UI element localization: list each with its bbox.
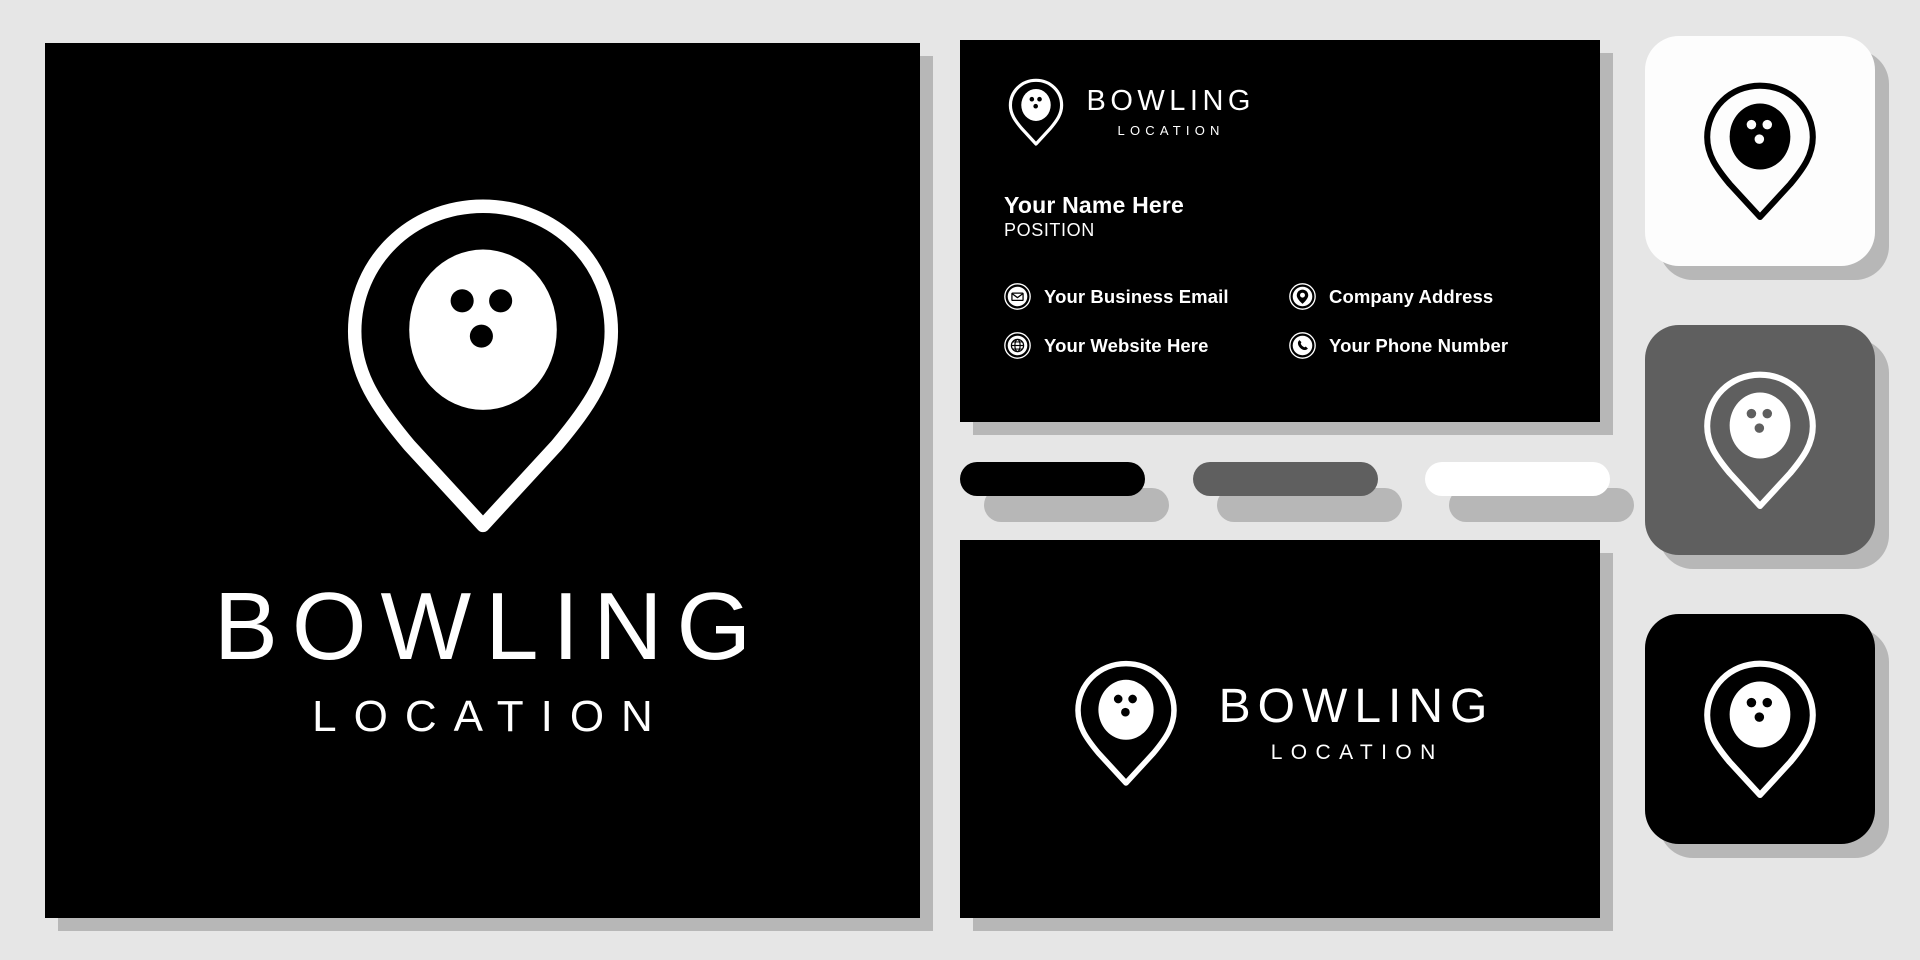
swatch-black-wrap [960, 462, 1169, 524]
contact-label-phone: Your Phone Number [1329, 334, 1509, 356]
app-icon-tile-dark[interactable] [1645, 614, 1895, 864]
card-logo-subtitle: LOCATION [1117, 122, 1225, 138]
map-pin-bowling-ball-logo-icon [1074, 660, 1177, 786]
contact-label-website: Your Website Here [1044, 334, 1209, 356]
hero-subtitle: LOCATION [312, 691, 670, 741]
swatch-black[interactable] [960, 462, 1145, 496]
envelope-icon [1004, 283, 1031, 311]
hero-logo-panel: BOWLING LOCATION [45, 43, 920, 918]
contact-label-email: Your Business Email [1044, 285, 1229, 307]
map-pin-bowling-ball-logo-icon [1704, 371, 1816, 510]
card-person-block: Your Name Here POSITION [1004, 192, 1556, 241]
map-pin-bowling-ball-logo-icon [1008, 78, 1064, 146]
contact-row-address[interactable]: Company Address [1289, 283, 1556, 311]
map-pin-bowling-ball-logo-icon [1704, 82, 1816, 221]
map-pin-icon [1289, 283, 1316, 311]
phone-icon [1289, 332, 1316, 360]
contact-row-email[interactable]: Your Business Email [1004, 283, 1271, 311]
card-logo-title: BOWLING [1086, 85, 1255, 118]
bottom-card-subtitle: LOCATION [1270, 740, 1444, 764]
branding-mockup-canvas: BOWLING LOCATION BOWLING LOCATION Your N… [0, 0, 1920, 960]
card-person-name: Your Name Here [1004, 192, 1185, 218]
globe-icon [1004, 332, 1031, 360]
app-icon-tile-light[interactable] [1645, 36, 1895, 286]
hero-title: BOWLING [213, 573, 766, 681]
bottom-logo-card: BOWLING LOCATION [960, 540, 1600, 918]
swatch-white-wrap [1425, 462, 1635, 524]
card-logo-lockup: BOWLING LOCATION [1004, 78, 1556, 146]
business-card-front: BOWLING LOCATION Your Name Here POSITION [960, 40, 1600, 422]
swatch-gray[interactable] [1192, 462, 1378, 496]
contact-row-phone[interactable]: Your Phone Number [1289, 332, 1556, 360]
card-person-position: POSITION [1004, 220, 1095, 241]
map-pin-bowling-ball-logo-icon [347, 199, 618, 533]
swatch-gray-wrap [1192, 462, 1402, 524]
contact-label-address: Company Address [1329, 285, 1494, 307]
map-pin-bowling-ball-logo-icon [1704, 660, 1816, 799]
app-icon-tile-gray-face [1645, 325, 1875, 555]
color-palette [960, 462, 1635, 532]
app-icon-tile-light-face [1645, 36, 1875, 266]
app-icon-tile-dark-face [1645, 614, 1875, 844]
contact-row-website[interactable]: Your Website Here [1004, 332, 1271, 360]
swatch-white[interactable] [1425, 462, 1611, 496]
bottom-card-title: BOWLING [1218, 680, 1495, 734]
card-contact-grid: Your Business Email Company Address Your… [1004, 283, 1556, 360]
app-icon-tile-gray[interactable] [1645, 325, 1895, 575]
